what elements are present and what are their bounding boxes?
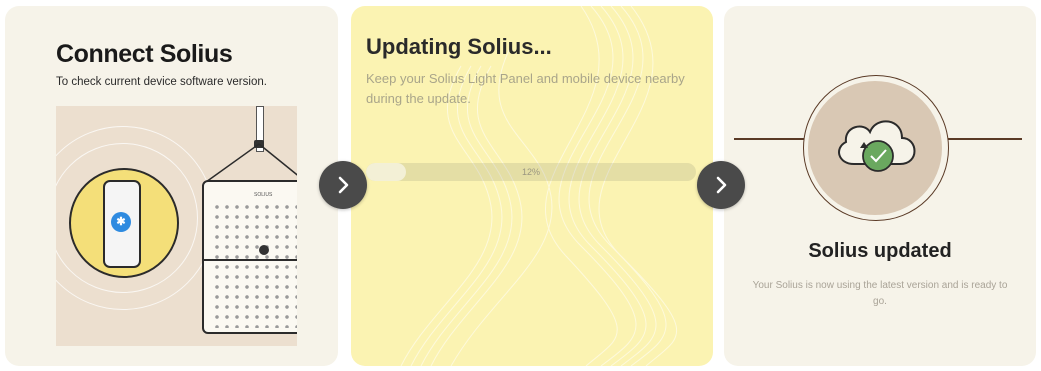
chevron-right-icon <box>338 176 349 194</box>
next-step-button-2[interactable] <box>697 161 745 209</box>
chevron-right-icon <box>716 176 727 194</box>
panel-logo: SOLIUS <box>254 192 273 198</box>
update-progress-bar: 12% <box>366 163 696 181</box>
wave-background <box>400 6 678 366</box>
updating-subtitle: Keep your Solius Light Panel and mobile … <box>366 71 685 106</box>
updated-step-card: Solius updated Your Solius is now using … <box>724 6 1036 366</box>
connect-title: Connect Solius <box>56 40 233 68</box>
updated-subtitle: Your Solius is now using the latest vers… <box>752 280 1008 307</box>
connect-subtitle: To check current device software version… <box>56 76 267 88</box>
connect-illustration: ✱ SOLIUS <box>56 106 297 346</box>
updating-title: Updating Solius... <box>366 34 552 59</box>
updating-step-card: Updating Solius... Keep your Solius Ligh… <box>351 6 713 366</box>
light-panel-device: SOLIUS <box>202 180 297 334</box>
bluetooth-icon: ✱ <box>111 212 131 232</box>
connect-step-card: Connect Solius To check current device s… <box>5 6 338 366</box>
next-step-button[interactable] <box>319 161 367 209</box>
updated-title: Solius updated <box>808 240 952 262</box>
panel-knob <box>259 245 269 255</box>
cloud-check-icon <box>838 120 916 172</box>
progress-label: 12% <box>521 167 540 177</box>
